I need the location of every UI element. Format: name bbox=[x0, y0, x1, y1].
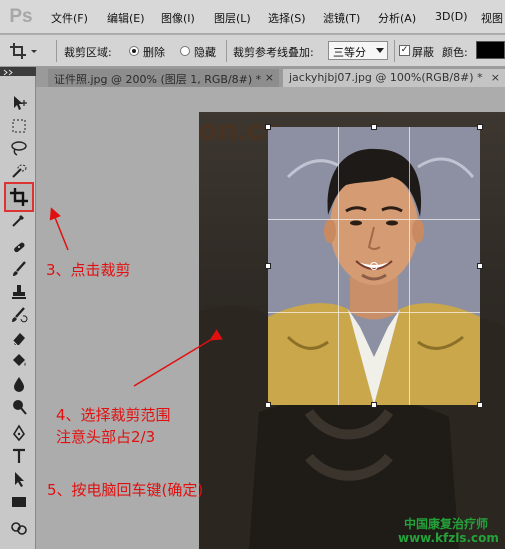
rect-marquee-tool-icon[interactable] bbox=[9, 116, 29, 136]
paint-bucket-tool-icon[interactable] bbox=[9, 351, 29, 371]
menu-select[interactable]: 选择(S) bbox=[268, 10, 306, 26]
separator bbox=[226, 40, 227, 62]
annotation-step5: 5、按电脑回车键(确定) bbox=[47, 481, 204, 499]
close-icon[interactable]: × bbox=[491, 71, 500, 84]
thirds-guide-vertical bbox=[409, 127, 410, 405]
crop-tool-icon[interactable] bbox=[9, 187, 29, 207]
eraser-tool-icon[interactable] bbox=[9, 328, 29, 348]
tab-document-1[interactable]: 证件照.jpg @ 200% (图层 1, RGB/8#) * × bbox=[48, 69, 279, 87]
menu-bar: Ps 文件(F) 编辑(E) 图像(I) 图层(L) 选择(S) 滤镜(T) 分… bbox=[0, 0, 505, 34]
crop-handle-top-left[interactable] bbox=[265, 124, 271, 130]
menu-view[interactable]: 视图 bbox=[481, 10, 503, 26]
dodge-tool-icon[interactable] bbox=[9, 397, 29, 417]
blur-tool-icon[interactable] bbox=[9, 374, 29, 394]
panel-collapse-bar[interactable] bbox=[0, 67, 36, 76]
crop-area-label: 裁剪区域: bbox=[64, 46, 112, 59]
overlay-select[interactable]: 三等分 bbox=[328, 41, 388, 60]
annotation-step4-line1: 4、选择裁剪范围 bbox=[56, 406, 171, 424]
path-select-tool-icon[interactable] bbox=[9, 469, 29, 489]
shield-checkbox[interactable]: ✓ bbox=[399, 45, 410, 56]
overlay-value: 三等分 bbox=[333, 46, 366, 59]
crop-selection[interactable] bbox=[268, 127, 480, 405]
separator bbox=[394, 40, 395, 62]
annotation-step3: 3、点击裁剪 bbox=[46, 261, 131, 279]
healing-brush-tool-icon[interactable] bbox=[9, 237, 29, 257]
quick-select-tool-icon[interactable] bbox=[9, 161, 29, 181]
menu-3d[interactable]: 3D(D) bbox=[435, 10, 468, 23]
crop-handle-right[interactable] bbox=[477, 263, 483, 269]
crop-center-point[interactable] bbox=[370, 262, 378, 270]
crop-handle-bottom[interactable] bbox=[371, 402, 377, 408]
pen-tool-icon[interactable] bbox=[9, 423, 29, 443]
hide-radio[interactable] bbox=[180, 46, 190, 56]
crop-handle-bottom-right[interactable] bbox=[477, 402, 483, 408]
watermark-site-name: 中国康复治疗师 bbox=[404, 517, 489, 531]
brush-tool-icon[interactable] bbox=[9, 259, 29, 279]
annotation-step4-line2: 注意头部占2/3 bbox=[56, 428, 156, 446]
rectangle-tool-icon[interactable] bbox=[9, 492, 29, 512]
zoom-tool-icon[interactable] bbox=[9, 519, 29, 539]
shield-color-swatch[interactable] bbox=[476, 41, 505, 59]
crop-handle-top[interactable] bbox=[371, 124, 377, 130]
separator bbox=[56, 40, 57, 62]
eyedropper-tool-icon[interactable] bbox=[9, 210, 29, 230]
tools-panel bbox=[0, 67, 36, 549]
document-tab-bar: 证件照.jpg @ 200% (图层 1, RGB/8#) * × jackyh… bbox=[36, 67, 505, 87]
tab-document-2[interactable]: jackyhjbj07.jpg @ 100%(RGB/8#) * × bbox=[283, 69, 505, 87]
options-bar: 裁剪区域: 删除 隐藏 裁剪参考线叠加: 三等分 ✓ 屏蔽 颜色: bbox=[0, 35, 505, 67]
delete-radio[interactable] bbox=[129, 46, 139, 56]
delete-label: 删除 bbox=[143, 46, 165, 59]
close-icon[interactable]: × bbox=[265, 71, 274, 84]
tab-label: 证件照.jpg @ 200% (图层 1, RGB/8#) * bbox=[54, 73, 262, 86]
menu-edit[interactable]: 编辑(E) bbox=[107, 10, 145, 26]
menu-image[interactable]: 图像(I) bbox=[161, 10, 195, 26]
thirds-guide-horizontal bbox=[268, 312, 480, 313]
lasso-tool-icon[interactable] bbox=[9, 138, 29, 158]
menu-analysis[interactable]: 分析(A) bbox=[378, 10, 416, 26]
thirds-guide-horizontal bbox=[268, 219, 480, 220]
move-tool-icon[interactable] bbox=[9, 93, 29, 113]
crop-handle-bottom-left[interactable] bbox=[265, 402, 271, 408]
crop-handle-top-right[interactable] bbox=[477, 124, 483, 130]
type-tool-icon[interactable] bbox=[9, 446, 29, 466]
thirds-guide-vertical bbox=[338, 127, 339, 405]
history-brush-tool-icon[interactable] bbox=[9, 305, 29, 325]
crop-preset-icon[interactable] bbox=[8, 41, 38, 61]
photoshop-logo: Ps bbox=[9, 6, 33, 27]
crop-handle-left[interactable] bbox=[265, 263, 271, 269]
overlay-label: 裁剪参考线叠加: bbox=[233, 46, 314, 59]
shield-label: 屏蔽 bbox=[412, 46, 434, 59]
color-label: 颜色: bbox=[442, 46, 468, 59]
clone-stamp-tool-icon[interactable] bbox=[9, 282, 29, 302]
tab-label: jackyhjbj07.jpg @ 100%(RGB/8#) * bbox=[289, 71, 483, 84]
chevron-down-icon bbox=[376, 48, 384, 53]
menu-filter[interactable]: 滤镜(T) bbox=[323, 10, 360, 26]
menu-file[interactable]: 文件(F) bbox=[51, 10, 88, 26]
hide-label: 隐藏 bbox=[194, 46, 216, 59]
watermark-url: www.kfzls.com bbox=[398, 531, 499, 545]
menu-layer[interactable]: 图层(L) bbox=[214, 10, 251, 26]
